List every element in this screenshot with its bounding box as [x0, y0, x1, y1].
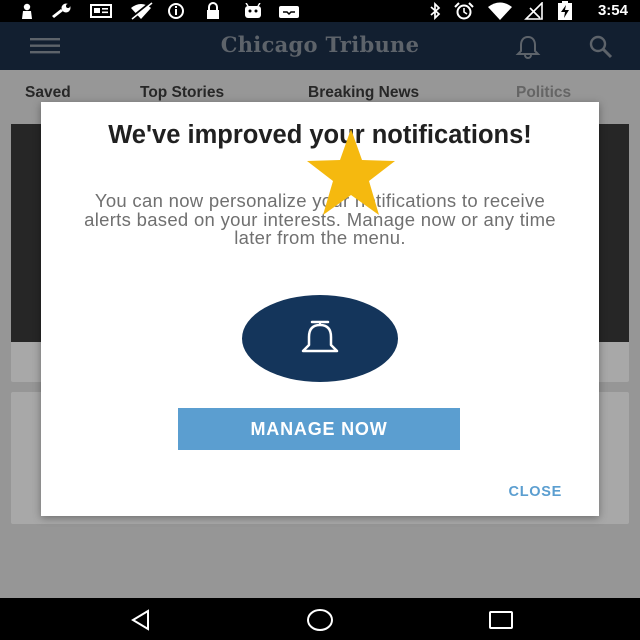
lock-icon [205, 2, 221, 19]
manage-now-button[interactable]: MANAGE NOW [178, 408, 460, 450]
news-icon [90, 3, 112, 19]
no-signal-icon [524, 2, 544, 20]
notifications-dialog: We've improved your notifications! You c… [41, 102, 599, 516]
bell-badge [242, 295, 398, 382]
status-bar: 3:54 [0, 0, 640, 22]
recents-square-icon[interactable] [488, 609, 514, 636]
wifi-icon [487, 2, 513, 20]
home-circle-icon[interactable] [306, 607, 334, 638]
wrench-icon [50, 3, 72, 19]
inbox-icon [278, 3, 300, 19]
bluetooth-icon [428, 2, 442, 20]
navigation-bar [0, 598, 640, 640]
back-triangle-icon[interactable] [130, 609, 152, 636]
battery-charging-icon [557, 1, 573, 20]
star-icon [305, 127, 397, 224]
status-time: 3:54 [597, 2, 628, 19]
wifi-off-icon [128, 2, 154, 20]
info-icon [167, 3, 185, 19]
close-button[interactable]: CLOSE [509, 484, 562, 500]
person-icon [20, 3, 34, 19]
bell-icon [290, 317, 350, 362]
android-icon [243, 3, 263, 19]
alarm-icon [452, 2, 476, 20]
